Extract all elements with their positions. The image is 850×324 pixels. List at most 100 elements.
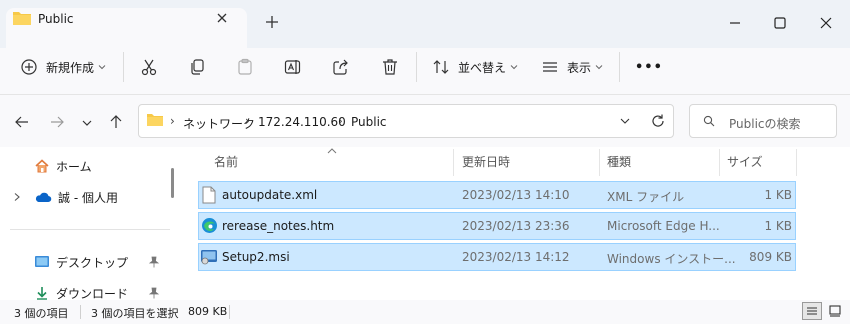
sidebar-scrollbar[interactable] — [171, 168, 174, 198]
file-type: Windows インストー... — [607, 252, 736, 266]
sidebar-item-desktop[interactable]: デスクトップ — [34, 252, 128, 272]
pin-icon[interactable] — [148, 256, 160, 268]
column-header-name[interactable]: 名前 — [214, 153, 238, 170]
sort-button-label: 並べ替え — [458, 60, 507, 75]
expand-chevron-icon[interactable] — [12, 192, 22, 202]
status-divider — [229, 305, 230, 319]
chevron-down-icon — [619, 115, 631, 127]
status-selected-size: 809 KB — [188, 305, 228, 318]
status-divider — [80, 305, 81, 319]
column-header-modified[interactable]: 更新日時 — [462, 153, 510, 170]
details-view-button[interactable] — [802, 302, 822, 320]
sidebar-item-home[interactable]: ホーム — [34, 156, 92, 176]
rename-icon — [284, 58, 302, 76]
arrow-up-icon — [107, 113, 125, 131]
recent-locations-button[interactable] — [80, 116, 94, 130]
large-icons-view-button[interactable] — [826, 302, 844, 320]
toolbar-divider — [123, 52, 124, 82]
download-icon — [34, 285, 50, 301]
cloud-icon — [34, 190, 52, 204]
home-icon — [34, 158, 50, 174]
status-item-count: 3 個の項目 — [14, 307, 69, 320]
copy-button[interactable] — [188, 56, 206, 78]
sidebar-item-label: デスクトップ — [56, 255, 129, 270]
status-selected-count: 3 個の項目を選択 — [91, 307, 179, 320]
column-divider[interactable] — [599, 149, 600, 176]
toolbar-divider — [619, 52, 620, 82]
tab-title: Public — [38, 12, 74, 26]
folder-icon — [146, 112, 164, 128]
sidebar-item-label: 誠 - 個人用 — [58, 190, 118, 205]
arrow-right-icon — [48, 113, 66, 131]
file-size: 809 KB — [749, 250, 792, 264]
delete-button[interactable] — [381, 56, 399, 78]
paste-button[interactable] — [236, 56, 254, 78]
file-size: 1 KB — [764, 188, 792, 202]
sidebar-item-label: ホーム — [56, 159, 92, 174]
copy-icon — [188, 58, 206, 76]
minimize-button[interactable] — [712, 8, 758, 38]
file-name[interactable]: autoupdate.xml — [222, 188, 317, 202]
refresh-icon — [650, 113, 666, 129]
new-button[interactable]: 新規作成 — [20, 56, 106, 78]
chevron-down-icon — [80, 116, 94, 130]
desktop-icon — [34, 255, 50, 269]
column-header-size[interactable]: サイズ — [727, 153, 763, 170]
more-options-button[interactable]: ••• — [635, 56, 663, 78]
column-header-type[interactable]: 種類 — [607, 153, 631, 170]
file-modified: 2023/02/13 14:10 — [462, 188, 570, 202]
new-tab-button[interactable] — [264, 14, 280, 30]
breadcrumb-chevron-icon[interactable]: › — [245, 114, 250, 128]
cut-button[interactable] — [140, 56, 158, 78]
view-list-icon — [541, 58, 559, 76]
msi-installer-icon — [200, 248, 218, 265]
address-history-button[interactable] — [619, 115, 631, 127]
clipboard-icon — [236, 58, 254, 76]
new-button-label: 新規作成 — [46, 60, 95, 75]
add-circle-icon — [20, 58, 38, 76]
column-divider[interactable] — [719, 149, 720, 176]
chevron-down-icon — [98, 63, 106, 71]
command-bar — [0, 48, 850, 95]
folder-icon — [12, 9, 32, 27]
share-button[interactable] — [332, 56, 350, 78]
refresh-button[interactable] — [650, 113, 666, 129]
forward-button[interactable] — [48, 113, 66, 131]
back-button[interactable] — [13, 113, 31, 131]
maximize-button[interactable] — [757, 8, 803, 38]
sidebar-divider — [10, 229, 170, 230]
close-window-button[interactable] — [803, 8, 849, 38]
close-tab-button[interactable] — [213, 9, 231, 27]
sidebar-item-onedrive[interactable]: 誠 - 個人用 — [34, 187, 118, 207]
search-icon — [703, 115, 715, 127]
pin-icon[interactable] — [148, 287, 160, 299]
breadcrumb-chevron-icon[interactable]: › — [170, 114, 175, 128]
sort-button[interactable]: 並べ替え — [432, 56, 518, 78]
chevron-down-icon — [595, 63, 603, 71]
view-button-label: 表示 — [567, 60, 592, 75]
sort-icon — [432, 58, 450, 76]
rename-button[interactable] — [284, 56, 302, 78]
file-name[interactable]: Setup2.msi — [222, 250, 290, 264]
scissors-icon — [140, 58, 158, 76]
toolbar-divider — [416, 52, 417, 82]
file-modified: 2023/02/13 23:36 — [462, 219, 570, 233]
file-name[interactable]: rerease_notes.htm — [222, 219, 334, 233]
file-modified: 2023/02/13 14:12 — [462, 250, 570, 264]
view-button[interactable]: 表示 — [541, 56, 603, 78]
column-divider[interactable] — [453, 149, 454, 176]
tiles-view-icon — [829, 305, 841, 317]
sidebar-item-label: ダウンロード — [56, 286, 129, 301]
breadcrumb-public[interactable]: Public — [351, 115, 387, 129]
file-type: XML ファイル — [607, 190, 685, 204]
up-button[interactable] — [107, 113, 125, 131]
details-view-icon — [806, 306, 818, 316]
arrow-left-icon — [13, 113, 31, 131]
share-icon — [332, 58, 350, 76]
column-divider[interactable] — [796, 149, 797, 176]
search-placeholder: Publicの検索 — [729, 117, 801, 131]
breadcrumb-host[interactable]: 172.24.110.60 — [258, 115, 346, 129]
file-type: Microsoft Edge H... — [607, 219, 720, 233]
xml-file-icon — [202, 186, 216, 204]
breadcrumb-chevron-icon[interactable]: › — [338, 114, 343, 128]
